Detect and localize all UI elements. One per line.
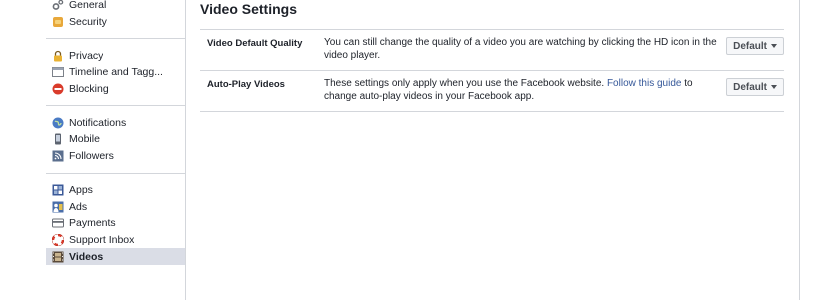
apps-icon bbox=[52, 184, 64, 196]
sidebar-item-label: Apps bbox=[69, 183, 93, 196]
sidebar-item-support-inbox[interactable]: Support Inbox bbox=[46, 232, 185, 249]
video-quality-dropdown[interactable]: Default bbox=[726, 37, 784, 55]
sidebar-item-label: Notifications bbox=[69, 116, 127, 129]
video-settings-panel: Video Settings Video Default Quality You… bbox=[200, 0, 784, 112]
sidebar-item-label: Blocking bbox=[69, 83, 109, 96]
setting-label: Auto-Play Videos bbox=[207, 79, 285, 90]
sidebar-item-apps[interactable]: Apps bbox=[46, 182, 185, 199]
globe-icon bbox=[52, 117, 64, 129]
sidebar-item-mobile[interactable]: Mobile bbox=[46, 131, 185, 148]
gears-icon bbox=[52, 0, 64, 11]
content-left-border bbox=[185, 0, 186, 300]
ads-icon bbox=[52, 201, 64, 213]
rss-icon bbox=[52, 150, 64, 162]
badge-icon bbox=[52, 16, 64, 28]
dropdown-value: Default bbox=[733, 40, 767, 52]
setting-control: Default bbox=[722, 78, 784, 104]
lock-icon bbox=[52, 50, 64, 62]
sidebar-item-label: Videos bbox=[69, 250, 104, 263]
auto-play-dropdown[interactable]: Default bbox=[726, 78, 784, 96]
description-text: These settings only apply when you use t… bbox=[324, 78, 607, 89]
setting-row-auto-play-videos: Auto-Play Videos These settings only app… bbox=[200, 71, 784, 112]
sidebar-item-label: Mobile bbox=[69, 133, 100, 146]
card-icon bbox=[52, 217, 64, 229]
page-title: Video Settings bbox=[200, 0, 784, 30]
dropdown-value: Default bbox=[733, 81, 767, 93]
sidebar-item-label: Followers bbox=[69, 150, 114, 163]
sidebar-group-privacy: Privacy Timeline and Tagg... Blocking bbox=[46, 47, 185, 107]
sidebar-item-label: Payments bbox=[69, 217, 116, 230]
film-icon bbox=[52, 251, 64, 263]
chevron-down-icon bbox=[771, 85, 777, 89]
sidebar-item-privacy[interactable]: Privacy bbox=[46, 47, 185, 64]
sidebar-item-payments[interactable]: Payments bbox=[46, 215, 185, 232]
blocking-icon bbox=[52, 83, 64, 95]
lifebuoy-icon bbox=[51, 233, 65, 247]
sidebar-item-label: General bbox=[69, 0, 107, 12]
sidebar-group-apps: Apps Ads Payments Support Inbox Videos bbox=[46, 182, 185, 273]
setting-description: You can still change the quality of a vi… bbox=[324, 37, 717, 61]
content-right-border bbox=[799, 0, 800, 300]
sidebar-item-followers[interactable]: Followers bbox=[46, 148, 185, 165]
setting-row-video-default-quality: Video Default Quality You can still chan… bbox=[200, 30, 784, 71]
setting-control: Default bbox=[722, 37, 784, 63]
sidebar-item-notifications[interactable]: Notifications bbox=[46, 114, 185, 131]
sidebar-item-blocking[interactable]: Blocking bbox=[46, 81, 185, 98]
timeline-icon bbox=[52, 66, 64, 78]
sidebar-item-security[interactable]: Security bbox=[46, 14, 185, 31]
sidebar-item-videos[interactable]: Videos bbox=[46, 248, 185, 265]
settings-sidebar: General Security Privacy Timeline and Ta… bbox=[46, 0, 185, 300]
sidebar-item-label: Support Inbox bbox=[69, 233, 135, 246]
chevron-down-icon bbox=[771, 44, 777, 48]
sidebar-group-notifications: Notifications Mobile Followers bbox=[46, 114, 185, 174]
sidebar-item-timeline[interactable]: Timeline and Tagg... bbox=[46, 64, 185, 81]
phone-icon bbox=[52, 133, 64, 145]
sidebar-item-label: Privacy bbox=[69, 49, 104, 62]
sidebar-item-label: Ads bbox=[69, 200, 88, 213]
setting-label: Video Default Quality bbox=[207, 38, 303, 49]
setting-description: These settings only apply when you use t… bbox=[324, 78, 722, 104]
sidebar-item-ads[interactable]: Ads bbox=[46, 198, 185, 215]
sidebar-item-label: Timeline and Tagg... bbox=[69, 66, 163, 79]
sidebar-item-label: Security bbox=[69, 16, 107, 29]
sidebar-item-general[interactable]: General bbox=[46, 0, 185, 14]
sidebar-group-account: General Security bbox=[46, 0, 185, 40]
follow-guide-link[interactable]: Follow this guide bbox=[607, 78, 681, 89]
